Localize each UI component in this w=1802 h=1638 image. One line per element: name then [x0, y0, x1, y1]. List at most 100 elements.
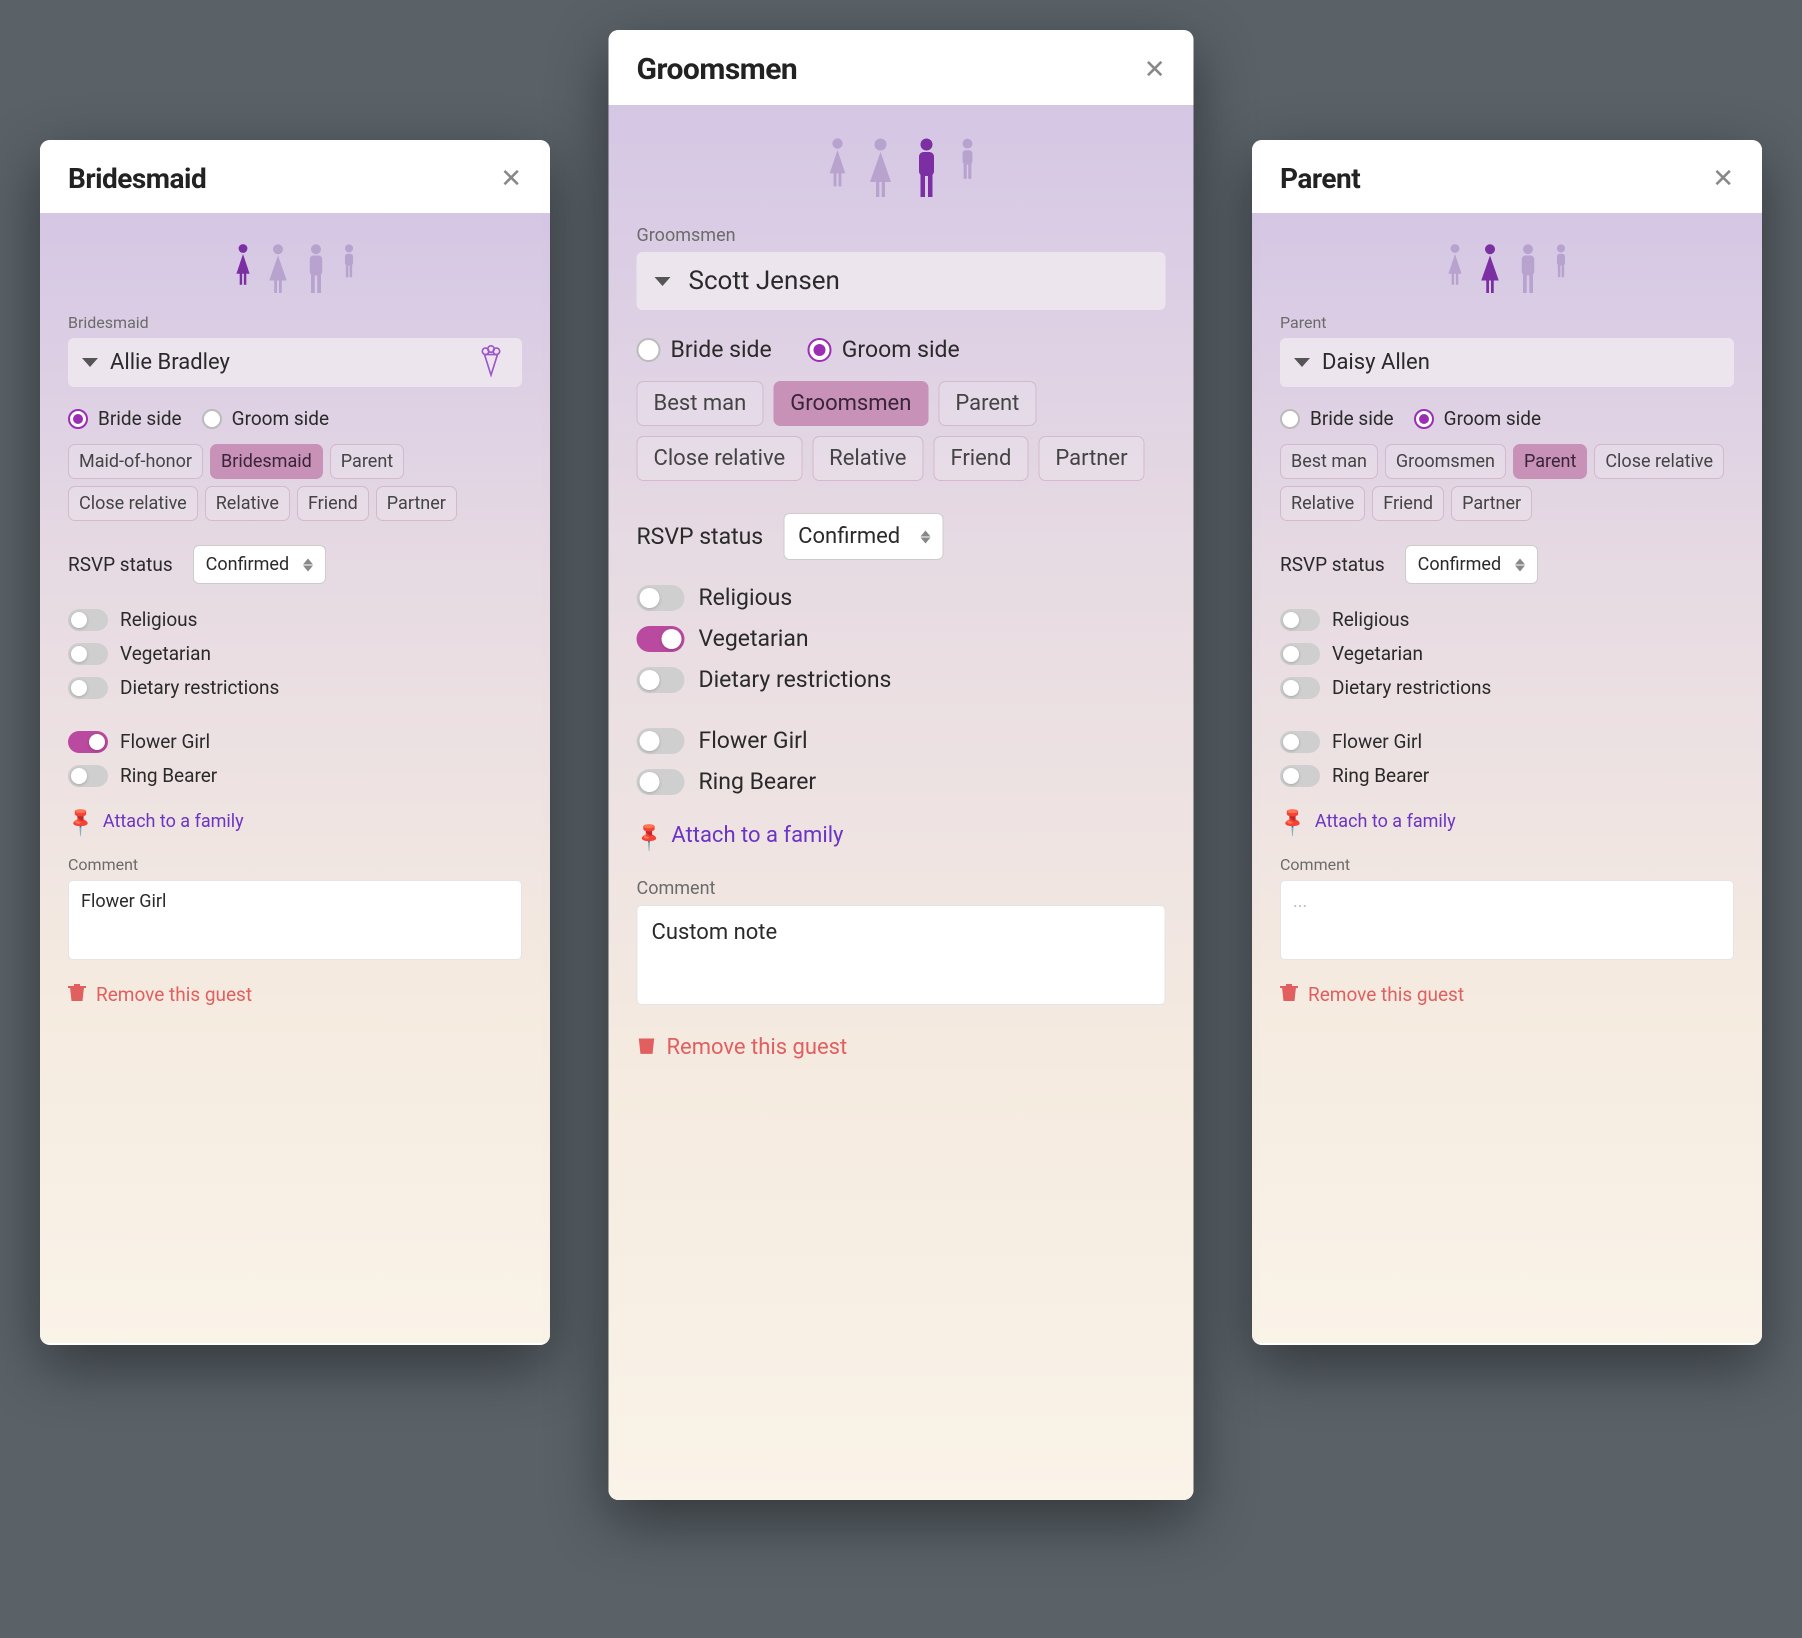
card-title: Bridesmaid: [68, 162, 206, 195]
toggle-switch[interactable]: [637, 769, 685, 795]
toggle-switch[interactable]: [68, 731, 108, 753]
chip-relative[interactable]: Relative: [1280, 486, 1365, 521]
chip-friend[interactable]: Friend: [297, 486, 369, 521]
groom-side-radio[interactable]: Groom side: [808, 336, 960, 363]
bride-side-radio[interactable]: Bride side: [1280, 407, 1394, 430]
sort-arrows-icon: [303, 558, 313, 571]
toggle-switch[interactable]: [1280, 765, 1320, 787]
pin-icon: 📌: [632, 818, 667, 853]
chevron-down-icon: [1294, 358, 1310, 367]
toggle-flower-girl: Flower Girl: [68, 730, 522, 753]
chip-friend[interactable]: Friend: [1372, 486, 1444, 521]
person-man-icon[interactable]: [910, 137, 942, 197]
remove-guest-button[interactable]: Remove this guest: [637, 1033, 1166, 1061]
toggle-dietary: Dietary restrictions: [1280, 676, 1734, 699]
attach-family-link[interactable]: 📌 Attach to a family: [68, 809, 522, 833]
chip-parent[interactable]: Parent: [938, 381, 1036, 426]
side-radio-group: Bride side Groom side: [1280, 407, 1734, 430]
bride-side-radio[interactable]: Bride side: [637, 336, 772, 363]
close-icon[interactable]: ✕: [1144, 55, 1166, 85]
person-girl-icon[interactable]: [1444, 243, 1466, 287]
rsvp-select[interactable]: Confirmed: [193, 545, 326, 584]
person-woman-icon[interactable]: [864, 137, 896, 197]
chip-relative[interactable]: Relative: [205, 486, 290, 521]
chip-best-man[interactable]: Best man: [637, 381, 764, 426]
person-woman-icon[interactable]: [264, 243, 292, 293]
remove-guest-button[interactable]: Remove this guest: [68, 982, 522, 1007]
chip-partner[interactable]: Partner: [1451, 486, 1532, 521]
radio-icon: [1280, 409, 1300, 429]
attach-family-link[interactable]: 📌 Attach to a family: [637, 823, 1166, 848]
toggle-switch[interactable]: [1280, 731, 1320, 753]
person-child-icon[interactable]: [340, 243, 358, 279]
chip-best-man[interactable]: Best man: [1280, 444, 1378, 479]
chip-bridesmaid[interactable]: Bridesmaid: [210, 444, 323, 479]
rsvp-select[interactable]: Confirmed: [783, 513, 943, 560]
person-girl-icon[interactable]: [824, 137, 850, 189]
chip-parent[interactable]: Parent: [330, 444, 404, 479]
side-radio-group: Bride side Groom side: [637, 336, 1166, 363]
groom-side-radio[interactable]: Groom side: [202, 407, 329, 430]
toggle-ring-bearer: Ring Bearer: [68, 764, 522, 787]
remove-guest-button[interactable]: Remove this guest: [1280, 982, 1734, 1007]
chip-close-relative[interactable]: Close relative: [637, 436, 803, 481]
sort-arrows-icon: [920, 530, 930, 543]
guest-name-select[interactable]: Daisy Allen: [1280, 338, 1734, 387]
chip-partner[interactable]: Partner: [376, 486, 457, 521]
rsvp-row: RSVP status Confirmed: [637, 513, 1166, 560]
radio-icon: [202, 409, 222, 429]
close-icon[interactable]: ✕: [500, 164, 522, 194]
card-body: Parent Daisy Allen Bride side Groom side…: [1252, 213, 1762, 1343]
card-header: Bridesmaid ✕: [40, 140, 550, 213]
chip-close-relative[interactable]: Close relative: [68, 486, 198, 521]
person-woman-icon[interactable]: [1476, 243, 1504, 293]
chip-friend[interactable]: Friend: [933, 436, 1028, 481]
toggle-switch[interactable]: [637, 585, 685, 611]
guest-name-select[interactable]: Scott Jensen: [637, 252, 1166, 310]
toggle-switch[interactable]: [637, 728, 685, 754]
person-girl-icon[interactable]: [232, 243, 254, 287]
bride-side-radio[interactable]: Bride side: [68, 407, 182, 430]
toggle-switch[interactable]: [68, 609, 108, 631]
comment-textarea[interactable]: Custom note: [637, 905, 1166, 1005]
guest-card-bridesmaid: Bridesmaid ✕ Bridesmaid Allie Bradley Br…: [40, 140, 550, 1345]
chip-groomsmen[interactable]: Groomsmen: [1385, 444, 1506, 479]
person-child-icon[interactable]: [1552, 243, 1570, 279]
close-icon[interactable]: ✕: [1712, 164, 1734, 194]
attach-family-link[interactable]: 📌 Attach to a family: [1280, 809, 1734, 833]
person-man-icon[interactable]: [302, 243, 330, 293]
rsvp-label: RSVP status: [637, 523, 764, 550]
card-header: Groomsmen ✕: [609, 30, 1194, 105]
chip-relative[interactable]: Relative: [812, 436, 923, 481]
rsvp-row: RSVP status Confirmed: [1280, 545, 1734, 584]
chip-groomsmen[interactable]: Groomsmen: [773, 381, 928, 426]
toggle-switch[interactable]: [1280, 643, 1320, 665]
toggle-switch[interactable]: [68, 765, 108, 787]
toggle-switch[interactable]: [637, 626, 685, 652]
toggle-switch[interactable]: [68, 643, 108, 665]
chip-partner[interactable]: Partner: [1038, 436, 1144, 481]
pin-icon: 📌: [63, 804, 98, 839]
guest-name-select[interactable]: Allie Bradley: [68, 338, 522, 387]
person-man-icon[interactable]: [1514, 243, 1542, 293]
chip-close-relative[interactable]: Close relative: [1594, 444, 1724, 479]
chip-maid-of-honor[interactable]: Maid-of-honor: [68, 444, 203, 479]
toggle-vegetarian: Vegetarian: [637, 625, 1166, 652]
person-type-selector: [637, 137, 1166, 197]
toggle-switch[interactable]: [1280, 609, 1320, 631]
role-chip-group: Best man Groomsmen Parent Close relative…: [637, 381, 1166, 481]
person-child-icon[interactable]: [956, 137, 978, 181]
trash-icon: [637, 1033, 657, 1061]
toggle-religious: Religious: [1280, 608, 1734, 631]
chip-parent[interactable]: Parent: [1513, 444, 1587, 479]
radio-icon: [1414, 409, 1434, 429]
groom-side-radio[interactable]: Groom side: [1414, 407, 1541, 430]
guest-name: Allie Bradley: [110, 350, 230, 375]
rsvp-select[interactable]: Confirmed: [1405, 545, 1538, 584]
comment-textarea[interactable]: ...: [1280, 880, 1734, 960]
toggle-switch[interactable]: [68, 677, 108, 699]
comment-label: Comment: [68, 855, 522, 874]
comment-textarea[interactable]: Flower Girl: [68, 880, 522, 960]
toggle-switch[interactable]: [1280, 677, 1320, 699]
toggle-switch[interactable]: [637, 667, 685, 693]
